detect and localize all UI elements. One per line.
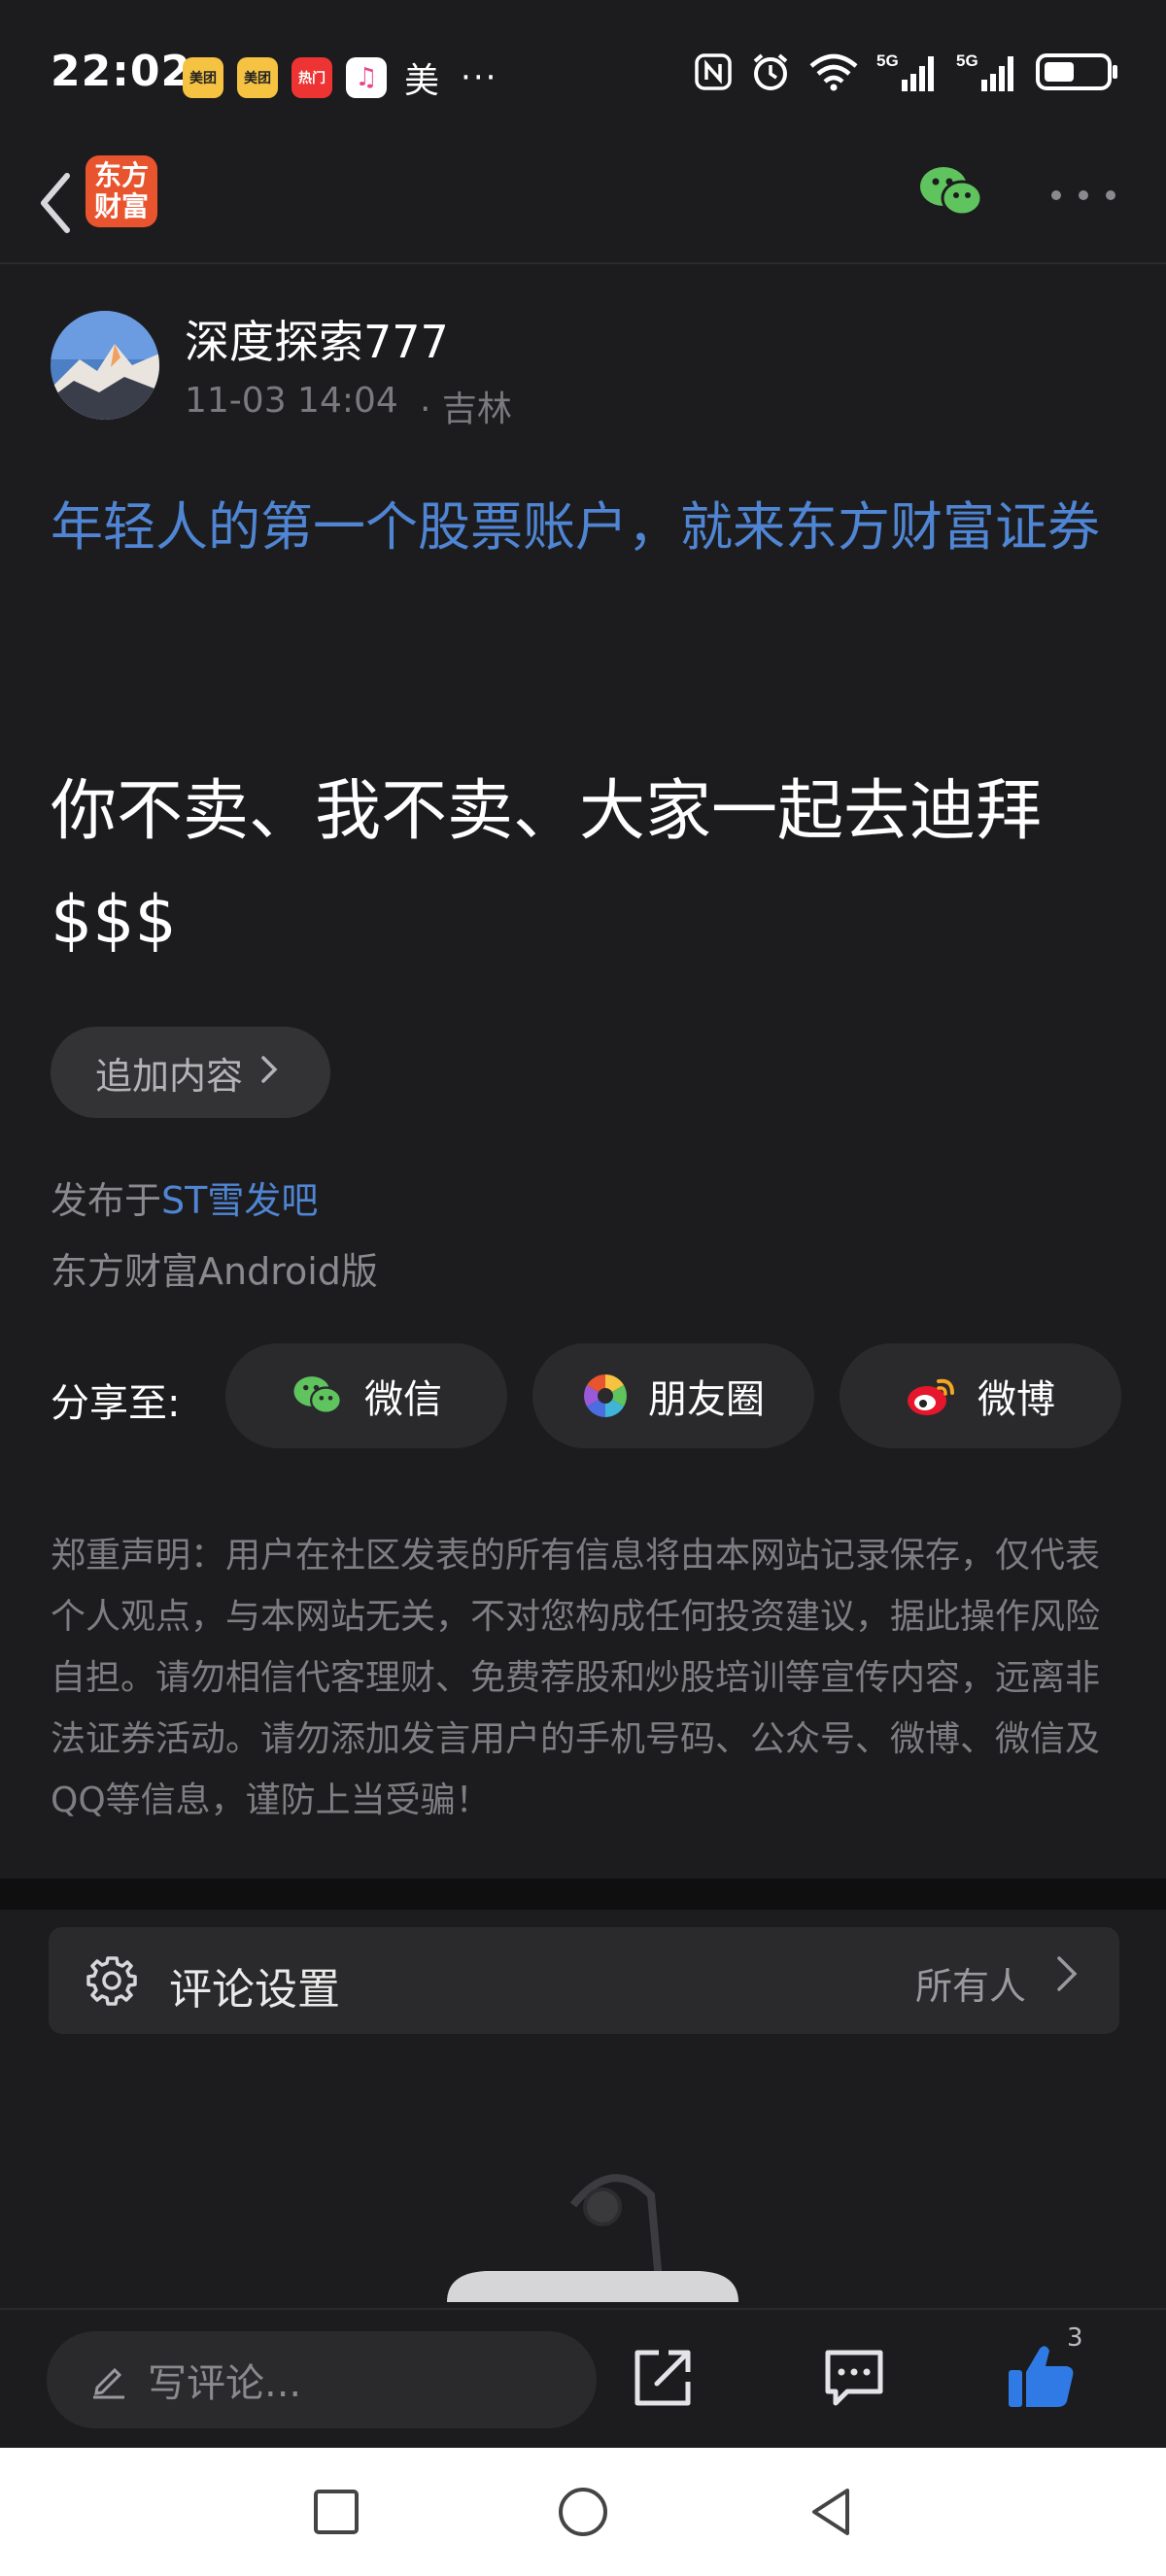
gear-icon	[86, 1954, 138, 2007]
status-right-icons: 5G 5G	[694, 51, 1119, 93]
disclaimer-text: 郑重声明：用户在社区发表的所有信息将由本网站记录保存，仅代表个人观点，与本网站无…	[51, 1536, 1101, 1820]
wifi-icon	[808, 51, 859, 93]
chevron-right-icon	[1055, 1952, 1079, 2006]
wechat-icon	[293, 1376, 342, 1414]
chevron-right-icon	[260, 1053, 278, 1093]
comment-settings-value: 所有人	[914, 1965, 1026, 2008]
home-button[interactable]	[554, 2483, 612, 2541]
wechat-share-icon[interactable]	[917, 163, 985, 221]
promo-link[interactable]: 年轻人的第一个股票账户，就来东方财富证券	[51, 486, 1129, 569]
eastmoney-logo[interactable]: 东方 财富	[86, 155, 157, 227]
share-weibo-label: 微博	[977, 1377, 1055, 1422]
back-button[interactable]	[21, 161, 89, 245]
post-time: 11-03 14:04	[185, 381, 398, 421]
triangle-back-icon	[812, 2489, 849, 2535]
bottom-toolbar: 写评论... 3	[0, 2308, 1166, 2450]
share-moments-button[interactable]: 朋友圈	[532, 1343, 814, 1448]
avatar[interactable]	[51, 311, 159, 420]
dot-icon	[1079, 190, 1088, 200]
dot-icon	[1051, 190, 1061, 200]
section-divider	[0, 1879, 1166, 1910]
system-nav-bar	[0, 2448, 1166, 2576]
share-wechat-button[interactable]: 微信	[225, 1343, 507, 1448]
music-icon: ♫	[346, 57, 387, 98]
published-prefix: 发布于	[51, 1179, 162, 1222]
share-moments-label: 朋友圈	[648, 1377, 765, 1422]
comment-settings-label: 评论设置	[169, 1965, 340, 2015]
logo-text-line1: 东方	[93, 159, 149, 191]
comments-icon[interactable]	[822, 2347, 886, 2407]
share-weibo-button[interactable]: 微博	[840, 1343, 1121, 1448]
circle-icon	[559, 2488, 607, 2536]
comment-settings-row[interactable]: 评论设置 所有人	[49, 1927, 1119, 2034]
status-app-icons: 美团 美团 热门 ♫ 美 ···	[183, 52, 497, 103]
share-wechat-label: 微信	[364, 1377, 442, 1422]
status-time: 22:02	[51, 47, 192, 96]
status-extra-text: 美	[404, 61, 440, 101]
svg-text:5G: 5G	[956, 51, 978, 70]
square-icon	[314, 2490, 359, 2534]
empty-comments-illustration	[447, 2166, 738, 2303]
status-bar: 22:02 美团 美团 热门 ♫ 美 ··· 5G 5G	[0, 0, 1166, 146]
pencil-icon	[93, 2367, 124, 2399]
meituan-icon: 美团	[183, 57, 223, 98]
like-count: 3	[1067, 2323, 1083, 2353]
dot-icon	[1106, 190, 1115, 200]
status-more-icon: ···	[461, 58, 498, 97]
recent-apps-button[interactable]	[307, 2483, 365, 2541]
nav-bar: 东方 财富	[0, 146, 1166, 264]
svg-text:5G: 5G	[876, 51, 899, 70]
nfc-icon	[694, 51, 733, 93]
weibo-icon	[908, 1378, 954, 1415]
bar-link[interactable]: ST雪发吧	[161, 1179, 318, 1222]
signal-5g-icon: 5G	[956, 51, 1018, 93]
moments-icon	[584, 1374, 627, 1417]
post-detail-screen: 22:02 美团 美团 热门 ♫ 美 ··· 5G 5G 东方 财富 深度探索7…	[0, 0, 1166, 2576]
published-in: 发布于ST雪发吧	[51, 1170, 318, 1224]
share-label: 分享至:	[51, 1381, 181, 1426]
more-options-button[interactable]	[1051, 181, 1115, 210]
share-icon[interactable]	[630, 2345, 696, 2411]
comment-input[interactable]: 写评论...	[47, 2331, 597, 2428]
append-content-button[interactable]: 追加内容	[51, 1027, 330, 1118]
logo-text-line2: 财富	[93, 190, 149, 222]
battery-icon	[1036, 51, 1119, 93]
system-back-button[interactable]	[803, 2483, 861, 2541]
author-name[interactable]: 深度探索777	[185, 307, 449, 371]
meituan-icon: 美团	[237, 57, 278, 98]
video-app-icon: 热门	[292, 57, 332, 98]
post-body: 你不卖、我不卖、大家一起去迪拜$$$	[51, 773, 1043, 959]
signal-5g-icon: 5G	[876, 51, 939, 93]
append-content-label: 追加内容	[95, 1054, 244, 1098]
alarm-icon	[750, 51, 791, 93]
client-info: 东方财富Android版	[51, 1250, 378, 1293]
post-location: · 吉林	[420, 390, 512, 429]
comment-placeholder: 写评论...	[148, 2361, 302, 2406]
chevron-left-icon	[41, 173, 70, 233]
